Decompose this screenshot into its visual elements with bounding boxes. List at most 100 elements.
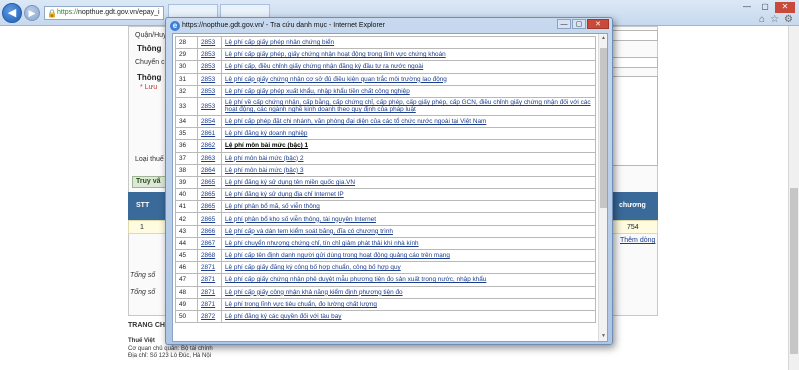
row-stt: 28 — [175, 35, 198, 50]
table-row[interactable]: 34 2854 Lệ phí cấp phép đặt chi nhánh, văn… — [175, 114, 596, 129]
row-code-link[interactable]: 2865 — [197, 188, 222, 202]
footer-home-link[interactable]: TRANG CH — [128, 322, 165, 329]
row-code-link[interactable]: 2872 — [197, 309, 222, 324]
row-code-link[interactable]: 2871 — [197, 261, 222, 275]
row-name-link[interactable]: Lệ phí cấp giấy chứng nhận cơ sở đủ điều… — [221, 72, 596, 86]
row-name-link[interactable]: Lệ phí đăng ký sử dụng tên miền quốc gia… — [221, 175, 596, 190]
row-name-link[interactable]: Lệ phí chuyển nhượng chứng chỉ, tín chỉ … — [221, 236, 596, 251]
row-name-link[interactable]: Lệ phí môn bài mức (bậc) 2 — [221, 151, 596, 165]
catalog-table: 28 2853 Lệ phí cấp giấy phép nhân chứng bi… — [175, 35, 596, 324]
table-row[interactable]: 31 2853 Lệ phí cấp giấy chứng nhận cơ sở đ… — [175, 72, 596, 86]
favorites-icon[interactable]: ☆ — [770, 14, 779, 25]
row-name-link[interactable]: Lệ phí cấp và dán tem kiểm soát băng, đĩ… — [221, 224, 596, 238]
row-name-link[interactable]: Lệ phí cấp, điều chỉnh giấy chứng nhận đ… — [221, 60, 596, 74]
row-code-link[interactable]: 2871 — [197, 285, 222, 299]
table-row[interactable]: 45 2868 Lệ phí cấp tên định danh người gửi… — [175, 248, 596, 263]
table-row[interactable]: 41 2865 Lệ phí phân bổ mã, số viễn thông — [175, 200, 596, 214]
address-bar[interactable]: 🔒 https://nopthue.gdt.gov.vn/epay_i — [44, 6, 164, 20]
dialog-scrollbar-thumb[interactable] — [600, 48, 607, 208]
row-code-link[interactable]: 2853 — [197, 48, 222, 62]
row-code-link[interactable]: 2861 — [197, 127, 222, 141]
table-row[interactable]: 32 2853 Lệ phí cấp giấy phép xuất khẩu, nh… — [175, 84, 596, 98]
row-name-link[interactable]: Lệ phí đăng ký doanh nghiệp — [221, 127, 596, 141]
row-code-link[interactable]: 2868 — [197, 248, 222, 263]
scroll-up-icon[interactable]: ▲ — [600, 35, 607, 42]
transfer-field[interactable] — [612, 57, 658, 68]
row-code-link[interactable]: 2871 — [197, 273, 222, 287]
maximize-icon[interactable]: ▢ — [572, 19, 586, 29]
home-icon[interactable]: ⌂ — [759, 14, 765, 25]
row-name-link[interactable]: Lệ phí môn bài mức (bậc) 3 — [221, 163, 596, 177]
row-name-link[interactable]: Lệ phí trong lĩnh vực tiêu chuẩn, đo lườ… — [221, 297, 596, 311]
notes-area[interactable] — [612, 76, 658, 166]
row-name-link[interactable]: Lệ phí môn bài mức (bậc) 1 — [221, 139, 596, 153]
table-row[interactable]: 33 2853 Lệ phí về cấp chứng nhận, cấp bằng… — [175, 96, 596, 116]
row-code-link[interactable]: 2853 — [197, 35, 222, 50]
row-name-link[interactable]: Lệ phí cấp giấy chứng nhận phê duyệt mẫu… — [221, 273, 596, 287]
table-row[interactable]: 43 2866 Lệ phí cấp và dán tem kiểm soát bă… — [175, 224, 596, 238]
row-code-link[interactable]: 2864 — [197, 163, 222, 177]
table-row[interactable]: 28 2853 Lệ phí cấp giấy phép nhân chứng bi… — [175, 35, 596, 50]
table-row[interactable]: 39 2865 Lệ phí đăng ký sử dụng tên miền qu… — [175, 175, 596, 190]
scrollbar-thumb[interactable] — [790, 188, 798, 354]
table-row[interactable]: 50 2872 Lệ phí đăng ký các quyền đối với t… — [175, 309, 596, 324]
row-name-link[interactable]: Lệ phí về cấp chứng nhận, cấp bằng, cấp … — [221, 96, 596, 116]
table-row[interactable]: 49 2871 Lệ phí trong lĩnh vực tiêu chuẩn, … — [175, 297, 596, 311]
row-name-link[interactable]: Lệ phí cấp giấy phép nhân chứng biển — [221, 35, 596, 50]
row-code-link[interactable]: 2862 — [197, 139, 222, 153]
row-code-link[interactable]: 2853 — [197, 72, 222, 86]
row-name-link[interactable]: Lệ phí cấp giấy phép, giấy chứng nhận ho… — [221, 48, 596, 62]
row-name-link[interactable]: Lệ phí cấp giấy phép xuất khẩu, nhập khẩ… — [221, 84, 596, 98]
row-code-link[interactable]: 2863 — [197, 151, 222, 165]
minimize-icon[interactable]: — — [557, 19, 571, 29]
table-row[interactable]: 35 2861 Lệ phí đăng ký doanh nghiệp — [175, 127, 596, 141]
row-code-link[interactable]: 2867 — [197, 236, 222, 251]
row-name-link[interactable]: Lệ phí phân bổ mã, số viễn thông — [221, 200, 596, 214]
table-row[interactable]: 47 2871 Lệ phí cấp giấy chứng nhận phê duy… — [175, 273, 596, 287]
row-name-link[interactable]: Lệ phí cấp tên định danh người gửi dùng … — [221, 248, 596, 263]
row-stt: 50 — [175, 309, 198, 324]
dialog-scrollbar[interactable]: ▲ ▼ — [598, 34, 607, 341]
row-name-link[interactable]: Lệ phí đăng ký các quyền đối với tàu bay — [221, 309, 596, 324]
dialog-close-icon[interactable]: ✕ — [587, 19, 609, 29]
row-code-link[interactable]: 2853 — [197, 84, 222, 98]
row-code-link[interactable]: 2871 — [197, 297, 222, 311]
table-row[interactable]: 36 2862 Lệ phí môn bài mức (bậc) 1 — [175, 139, 596, 153]
row-code-link[interactable]: 2854 — [197, 114, 222, 129]
back-arrow-icon[interactable]: ◀ — [2, 3, 22, 23]
row-code-link[interactable]: 2866 — [197, 224, 222, 238]
settings-gear-icon[interactable]: ⚙ — [784, 14, 793, 25]
row-stt: 38 — [175, 163, 198, 177]
lookup-dialog: e https://nopthue.gdt.gov.vn/ - Tra cứu d… — [165, 17, 613, 345]
row-name-link[interactable]: Lệ phí phân bổ kho số viễn thông, tài ng… — [221, 212, 596, 226]
transfer-label: Chuyển c — [135, 59, 165, 66]
page-scrollbar[interactable] — [788, 26, 799, 370]
row-name-link[interactable]: Lệ phí đăng ký sử dụng địa chỉ Internet … — [221, 188, 596, 202]
table-row[interactable]: 37 2863 Lệ phí môn bài mức (bậc) 2 — [175, 151, 596, 165]
row-code-link[interactable]: 2865 — [197, 200, 222, 214]
table-row[interactable]: 30 2853 Lệ phí cấp, điều chỉnh giấy chứng … — [175, 60, 596, 74]
table-row[interactable]: 46 2871 Lệ phí cấp giấy đăng ký công bố hợ… — [175, 261, 596, 275]
tax-type-label: Loại thuế — [135, 156, 164, 163]
row-name-link[interactable]: Lệ phí cấp giấy đăng ký công bố hợp chuẩ… — [221, 261, 596, 275]
close-icon[interactable]: ✕ — [775, 2, 795, 13]
table-row[interactable]: 44 2867 Lệ phí chuyển nhượng chứng chỉ, tí… — [175, 236, 596, 251]
row-name-link[interactable]: Lệ phí cấp phép đặt chi nhánh, văn phòng… — [221, 114, 596, 129]
district-select[interactable] — [612, 30, 658, 41]
note-label: * Lưu — [140, 84, 158, 91]
scroll-down-icon[interactable]: ▼ — [600, 333, 607, 340]
row-code-link[interactable]: 2865 — [197, 212, 222, 226]
row-code-link[interactable]: 2853 — [197, 60, 222, 74]
table-row[interactable]: 29 2853 Lệ phí cấp giấy phép, giấy chứng n… — [175, 48, 596, 62]
minimize-icon[interactable]: — — [739, 2, 755, 13]
maximize-icon[interactable]: ▢ — [757, 2, 773, 13]
add-row-link[interactable]: Thêm dòng — [620, 237, 655, 244]
table-row[interactable]: 42 2865 Lệ phí phân bổ kho số viễn thông, … — [175, 212, 596, 226]
forward-arrow-icon[interactable]: ▶ — [24, 5, 40, 21]
table-row[interactable]: 38 2864 Lệ phí môn bài mức (bậc) 3 — [175, 163, 596, 177]
row-name-link[interactable]: Lệ phí cấp giấy công nhận khả năng kiểm … — [221, 285, 596, 299]
row-code-link[interactable]: 2853 — [197, 96, 222, 116]
table-row[interactable]: 40 2865 Lệ phí đăng ký sử dụng địa chỉ Int… — [175, 188, 596, 202]
table-row[interactable]: 48 2871 Lệ phí cấp giấy công nhận khả năng… — [175, 285, 596, 299]
row-code-link[interactable]: 2865 — [197, 175, 222, 190]
